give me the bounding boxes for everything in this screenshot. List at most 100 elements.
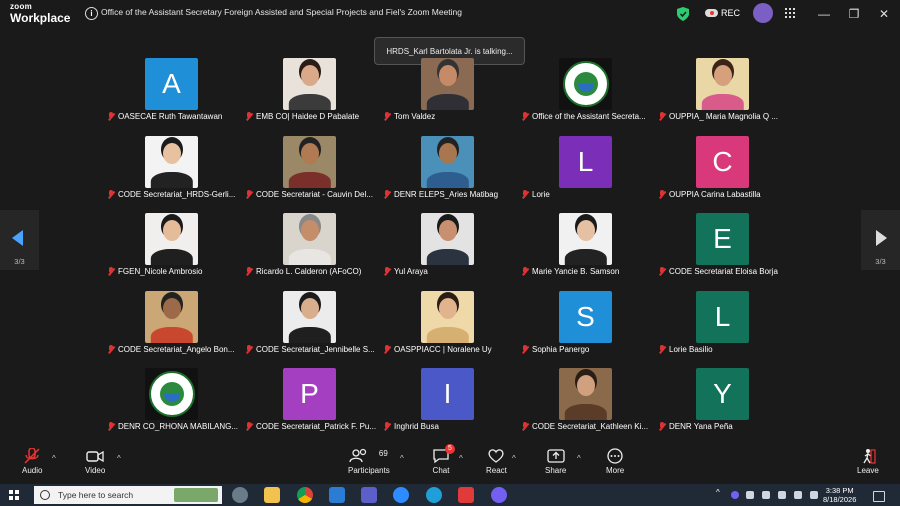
my-avatar[interactable] <box>753 3 773 23</box>
participant-name-text: Office of the Assistant Secreta... <box>532 112 646 121</box>
more-button[interactable]: More <box>606 448 624 475</box>
chat-icon: 5 <box>432 444 455 464</box>
viber-icon[interactable] <box>491 487 507 503</box>
edge-icon[interactable] <box>426 487 442 503</box>
viber-tray-icon[interactable] <box>731 491 739 499</box>
heart-icon <box>487 448 505 464</box>
share-options-caret[interactable]: ^ <box>577 454 581 463</box>
zoom-app-icon[interactable] <box>393 487 409 503</box>
close-button[interactable]: ✕ <box>871 4 897 24</box>
mic-muted-icon <box>383 422 391 431</box>
mic-muted-icon <box>658 422 666 431</box>
participant-initial-avatar: E <box>696 213 749 265</box>
participant-name-text: DENR Yana Peña <box>669 422 733 431</box>
participants-button[interactable]: 69 Participants <box>348 448 390 475</box>
mic-muted-icon <box>107 112 115 121</box>
participant-name: CODE Secretariat_Jennibelle S... <box>245 343 375 356</box>
chevron-left-icon <box>12 230 23 246</box>
share-button[interactable]: Share <box>545 448 566 475</box>
leave-button[interactable]: Leave <box>857 448 879 475</box>
audio-button[interactable]: Audio <box>22 447 42 475</box>
participant-name-text: DENR ELEPS_Aries Matibag <box>394 190 499 199</box>
more-label: More <box>606 466 625 475</box>
file-explorer-icon[interactable] <box>264 487 280 503</box>
volume-icon[interactable] <box>810 491 818 499</box>
mic-muted-icon <box>245 190 253 199</box>
mic-tray-icon[interactable] <box>746 491 754 499</box>
participant-photo <box>559 213 612 265</box>
participant-name: Marie Yancie B. Samson <box>521 265 619 278</box>
participant-name-text: OUPPIA_ Maria Magnolia Q ... <box>669 112 778 121</box>
participant-name-text: OASECAE Ruth Tawantawan <box>118 112 223 121</box>
taskbar-search-box[interactable]: Type here to search <box>34 486 222 504</box>
participant-name-text: CODE Secretariat_Angelo Bon... <box>118 345 235 354</box>
shield-icon[interactable] <box>677 7 689 21</box>
wps-icon[interactable] <box>458 487 474 503</box>
mic-muted-icon <box>23 447 41 464</box>
video-button[interactable]: Video <box>85 448 105 475</box>
participant-name-text: EMB CO| Haidee D Pabalate <box>256 112 360 121</box>
notifications-icon[interactable] <box>873 491 885 502</box>
info-icon[interactable]: i <box>85 7 98 20</box>
participant-name-text: Ricardo L. Calderon (AFoCO) <box>256 267 362 276</box>
participants-options-caret[interactable]: ^ <box>400 454 404 463</box>
chevron-right-icon <box>876 230 887 246</box>
minimize-button[interactable]: — <box>811 4 837 24</box>
chrome-icon[interactable] <box>297 487 313 503</box>
tray-expand-caret[interactable]: ^ <box>716 488 724 497</box>
participant-name-text: CODE Secretariat_Jennibelle S... <box>256 345 375 354</box>
restore-button[interactable]: ❐ <box>841 4 867 24</box>
next-page-button[interactable]: 3/3 <box>861 210 900 270</box>
windows-start-icon[interactable] <box>9 490 19 500</box>
video-label: Video <box>85 466 106 475</box>
battery-icon[interactable] <box>762 491 770 499</box>
participant-name-text: CODE Secretariat - Cauvin Del... <box>256 190 373 199</box>
participant-photo <box>283 58 336 110</box>
participant-name: Tom Valdez <box>383 110 435 123</box>
mic-muted-icon <box>658 345 666 354</box>
participant-initial-avatar: Y <box>696 368 749 420</box>
taskbar-clock[interactable]: 3:38 PM 8/18/2026 <box>823 486 856 504</box>
cloud-record-icon <box>705 9 718 17</box>
participant-photo <box>145 213 198 265</box>
wifi-icon[interactable] <box>778 491 786 499</box>
mic-muted-icon <box>107 422 115 431</box>
video-options-caret[interactable]: ^ <box>117 454 121 463</box>
chat-label: Chat <box>432 466 450 475</box>
react-label: React <box>486 466 507 475</box>
chat-button[interactable]: 5 Chat <box>432 444 455 475</box>
participant-name: Inghrid Busa <box>383 420 439 433</box>
mic-muted-icon <box>658 112 666 121</box>
record-button[interactable]: REC <box>705 8 740 18</box>
participant-name: CODE Secretariat - Cauvin Del... <box>245 188 373 201</box>
search-icon <box>40 490 50 500</box>
apps-grid-icon[interactable] <box>785 8 795 18</box>
teams-icon[interactable] <box>361 487 377 503</box>
denr-logo-icon <box>562 61 609 107</box>
participant-initial-avatar: I <box>421 368 474 420</box>
word-icon[interactable] <box>329 487 345 503</box>
participant-name: OASECAE Ruth Tawantawan <box>107 110 222 123</box>
task-view-icon[interactable] <box>232 487 248 503</box>
chat-options-caret[interactable]: ^ <box>459 454 463 463</box>
denr-logo-avatar <box>145 368 198 420</box>
participant-name-text: CODE Secretariat_HRDS-Gerli... <box>118 190 236 199</box>
participant-name-text: OASPPIACC | Noralene Uy <box>394 345 492 354</box>
react-button[interactable]: React <box>486 448 507 475</box>
mic-muted-icon <box>658 267 666 276</box>
participant-name: DENR ELEPS_Aries Matibag <box>383 188 498 201</box>
participant-photo <box>145 291 198 343</box>
share-label: Share <box>545 466 567 475</box>
prev-page-button[interactable]: 3/3 <box>0 210 39 270</box>
display-icon[interactable] <box>794 491 802 499</box>
audio-options-caret[interactable]: ^ <box>52 454 56 463</box>
participant-name: Sophia Panergo <box>521 343 589 356</box>
video-camera-icon <box>86 448 104 464</box>
chat-unread-badge: 5 <box>445 444 455 454</box>
participant-name: CODE Secretariat_Kathleen Ki... <box>521 420 648 433</box>
participant-name: OASPPIACC | Noralene Uy <box>383 343 492 356</box>
zoom-logo: zoom Workplace <box>10 3 70 25</box>
participant-name: Yul Araya <box>383 265 428 278</box>
react-options-caret[interactable]: ^ <box>512 454 516 463</box>
mic-muted-icon <box>107 190 115 199</box>
